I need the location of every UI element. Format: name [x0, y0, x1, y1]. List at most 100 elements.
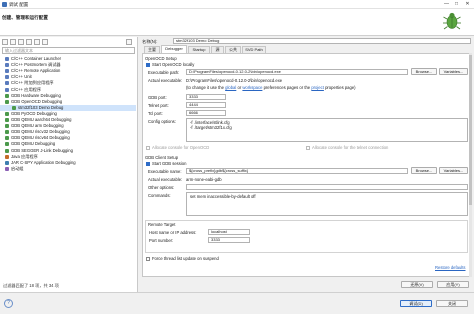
tree-item-label: stm32f103 Demo Debug: [18, 104, 64, 110]
config-type-icon: [5, 81, 9, 86]
filter-input[interactable]: 输入过滤器文本: [2, 47, 135, 54]
start-openocd-checkbox[interactable]: [146, 63, 150, 67]
tab-source[interactable]: 源: [211, 46, 224, 53]
tab-common[interactable]: 公共: [225, 46, 241, 53]
tree-item[interactable]: GDB QEMU arm Debugging: [0, 123, 136, 129]
tree-item[interactable]: GDB QEMU Debugging: [0, 141, 136, 147]
tree-item-label: GDB Hardware Debugging: [11, 92, 61, 98]
minimize-button[interactable]: —: [442, 1, 451, 8]
variables-button[interactable]: Variables...: [439, 68, 468, 75]
tree-item-label: GDB PyOCD Debugging: [11, 110, 57, 116]
tree-item[interactable]: stm32f103 Demo Debug: [0, 104, 136, 111]
dialog-footer: ? 调试(D) 关闭: [0, 292, 474, 314]
new-prototype-icon[interactable]: [10, 39, 16, 45]
config-options-field[interactable]: -f ./interface/stlink.cfg -f ./target/st…: [186, 118, 468, 142]
tree-item-label: C/C++ Remote Application: [11, 68, 61, 74]
telnet-port-field[interactable]: 4444: [186, 102, 226, 108]
start-gdb-checkbox[interactable]: [146, 162, 150, 166]
openocd-group-title: OpenOCD Setup: [145, 56, 177, 61]
filter-status: 过滤器匹配了 18 项，共 34 项: [3, 283, 59, 288]
project-link[interactable]: project: [311, 85, 324, 90]
other-options-field[interactable]: [186, 184, 468, 190]
tab-startup[interactable]: Startup: [188, 46, 210, 53]
preferences-hint: (to change it use the global or workspac…: [186, 85, 356, 90]
global-link[interactable]: global: [225, 85, 236, 90]
tree-item[interactable]: Java 应用程序: [0, 154, 136, 160]
tab-content: OpenOCD Setup Start OpenOCD locally Exec…: [142, 53, 471, 277]
tree-item-label: JAR C-SPY Application Debugging: [11, 159, 76, 165]
force-thread-label: Force thread list update on suspend: [152, 256, 219, 261]
app-icon: [2, 2, 7, 7]
host-label: Host name or IP address:: [149, 230, 197, 235]
revert-button[interactable]: 还原(V): [401, 281, 433, 288]
close-button[interactable]: 关闭: [436, 300, 468, 307]
name-field[interactable]: stm32f103 Demo Debug: [173, 38, 471, 44]
tree-item[interactable]: GDB SEGGER J-Link Debugging: [0, 148, 136, 154]
apply-button[interactable]: 应用(Y): [437, 281, 469, 288]
restore-defaults-link[interactable]: Restore defaults: [435, 265, 466, 270]
exe-path-field[interactable]: D:\ProgramFiles\openocd-0.12.0-2\bin\ope…: [186, 69, 408, 75]
new-config-icon[interactable]: [2, 39, 8, 45]
maximize-button[interactable]: □: [452, 1, 461, 8]
tree-item[interactable]: GDB PyOCD Debugging: [0, 111, 136, 117]
config-type-icon: [5, 124, 9, 129]
vertical-scrollbar[interactable]: [469, 53, 472, 277]
gdb-variables-button[interactable]: Variables...: [439, 167, 468, 174]
tab-svd-path[interactable]: SVD Path: [242, 46, 266, 53]
gdb-browse-button[interactable]: Browse...: [411, 167, 437, 174]
dialog-header: 创建、管理和运行配置: [0, 9, 474, 36]
allocate-console-checkbox[interactable]: [146, 146, 150, 150]
config-type-icon: [5, 148, 9, 153]
tree-item[interactable]: GDB QEMU riscv64 Debugging: [0, 135, 136, 141]
force-thread-checkbox[interactable]: [146, 257, 150, 261]
remote-target-group: Remote Target Host name or IP address: l…: [145, 220, 468, 253]
tab-debugger[interactable]: Debugger: [161, 45, 187, 53]
tree-item[interactable]: C/C++ Remote Application: [0, 68, 136, 74]
workspace-link[interactable]: workspace: [242, 85, 262, 90]
port-number-field[interactable]: 3333: [208, 237, 250, 243]
start-gdb-label: Start GDB session: [152, 161, 187, 166]
tree-item[interactable]: C/C++ Postmortem 调试器: [0, 62, 136, 68]
debug-bug-icon: [443, 12, 461, 30]
tcl-port-field[interactable]: 6666: [186, 110, 226, 116]
collapse-all-icon[interactable]: [42, 39, 48, 45]
tree-item[interactable]: JAR C-SPY Application Debugging: [0, 160, 136, 166]
header-subtitle: 创建、管理和运行配置: [2, 15, 48, 20]
filter-icon[interactable]: [126, 39, 132, 45]
config-type-icon: [5, 57, 9, 61]
allocate-telnet-checkbox[interactable]: [306, 146, 310, 150]
gdb-exe-field[interactable]: ${cross_prefix}gdb${cross_suffix}: [186, 168, 408, 174]
commands-field[interactable]: set mem inaccessible-by-default off: [186, 192, 468, 216]
window-title: 调试 配置: [9, 2, 29, 7]
tree-item-label: GDB QEMU arm Debugging: [11, 123, 64, 129]
tree-item[interactable]: C/C++ 应用程序: [0, 87, 136, 93]
tree-item[interactable]: 启动组: [0, 166, 136, 172]
help-icon[interactable]: ?: [4, 299, 13, 308]
tcl-port-label: Tcl port:: [148, 111, 163, 116]
config-type-icon: [5, 69, 9, 74]
tab-main[interactable]: 主要: [144, 46, 160, 53]
tree-item[interactable]: GDB QEMU riscv32 Debugging: [0, 129, 136, 135]
title-bar: 调试 配置 — □ ✕: [0, 0, 474, 9]
delete-icon[interactable]: [34, 39, 40, 45]
start-openocd-label: Start OpenOCD locally: [152, 62, 195, 67]
tree-item[interactable]: GDB QEMU aarch64 Debugging: [0, 117, 136, 123]
gdb-exe-label: Executable name:: [148, 169, 182, 174]
browse-button[interactable]: Browse...: [411, 68, 437, 75]
tree-item[interactable]: GDB Hardware Debugging: [0, 93, 136, 99]
export-icon[interactable]: [18, 39, 24, 45]
gdb-port-field[interactable]: 3333: [186, 94, 226, 100]
tree-item-label: GDB QEMU Debugging: [11, 141, 56, 147]
config-type-icon: [5, 63, 9, 68]
duplicate-icon[interactable]: [26, 39, 32, 45]
tree-item[interactable]: C/C++ 附加到应用程序: [0, 80, 136, 86]
scrollbar-thumb[interactable]: [469, 55, 472, 205]
config-type-icon: [5, 136, 9, 141]
debug-button[interactable]: 调试(D): [400, 300, 432, 307]
tree-item-label: C/C++ 附加到应用程序: [11, 80, 54, 86]
tree-item[interactable]: GDB OpenOCD Debugging: [0, 99, 136, 105]
close-window-button[interactable]: ✕: [463, 1, 472, 8]
host-field[interactable]: localhost: [208, 229, 250, 235]
config-type-icon: [5, 118, 9, 122]
gdb-group-title: GDB Client Setup: [145, 155, 179, 160]
